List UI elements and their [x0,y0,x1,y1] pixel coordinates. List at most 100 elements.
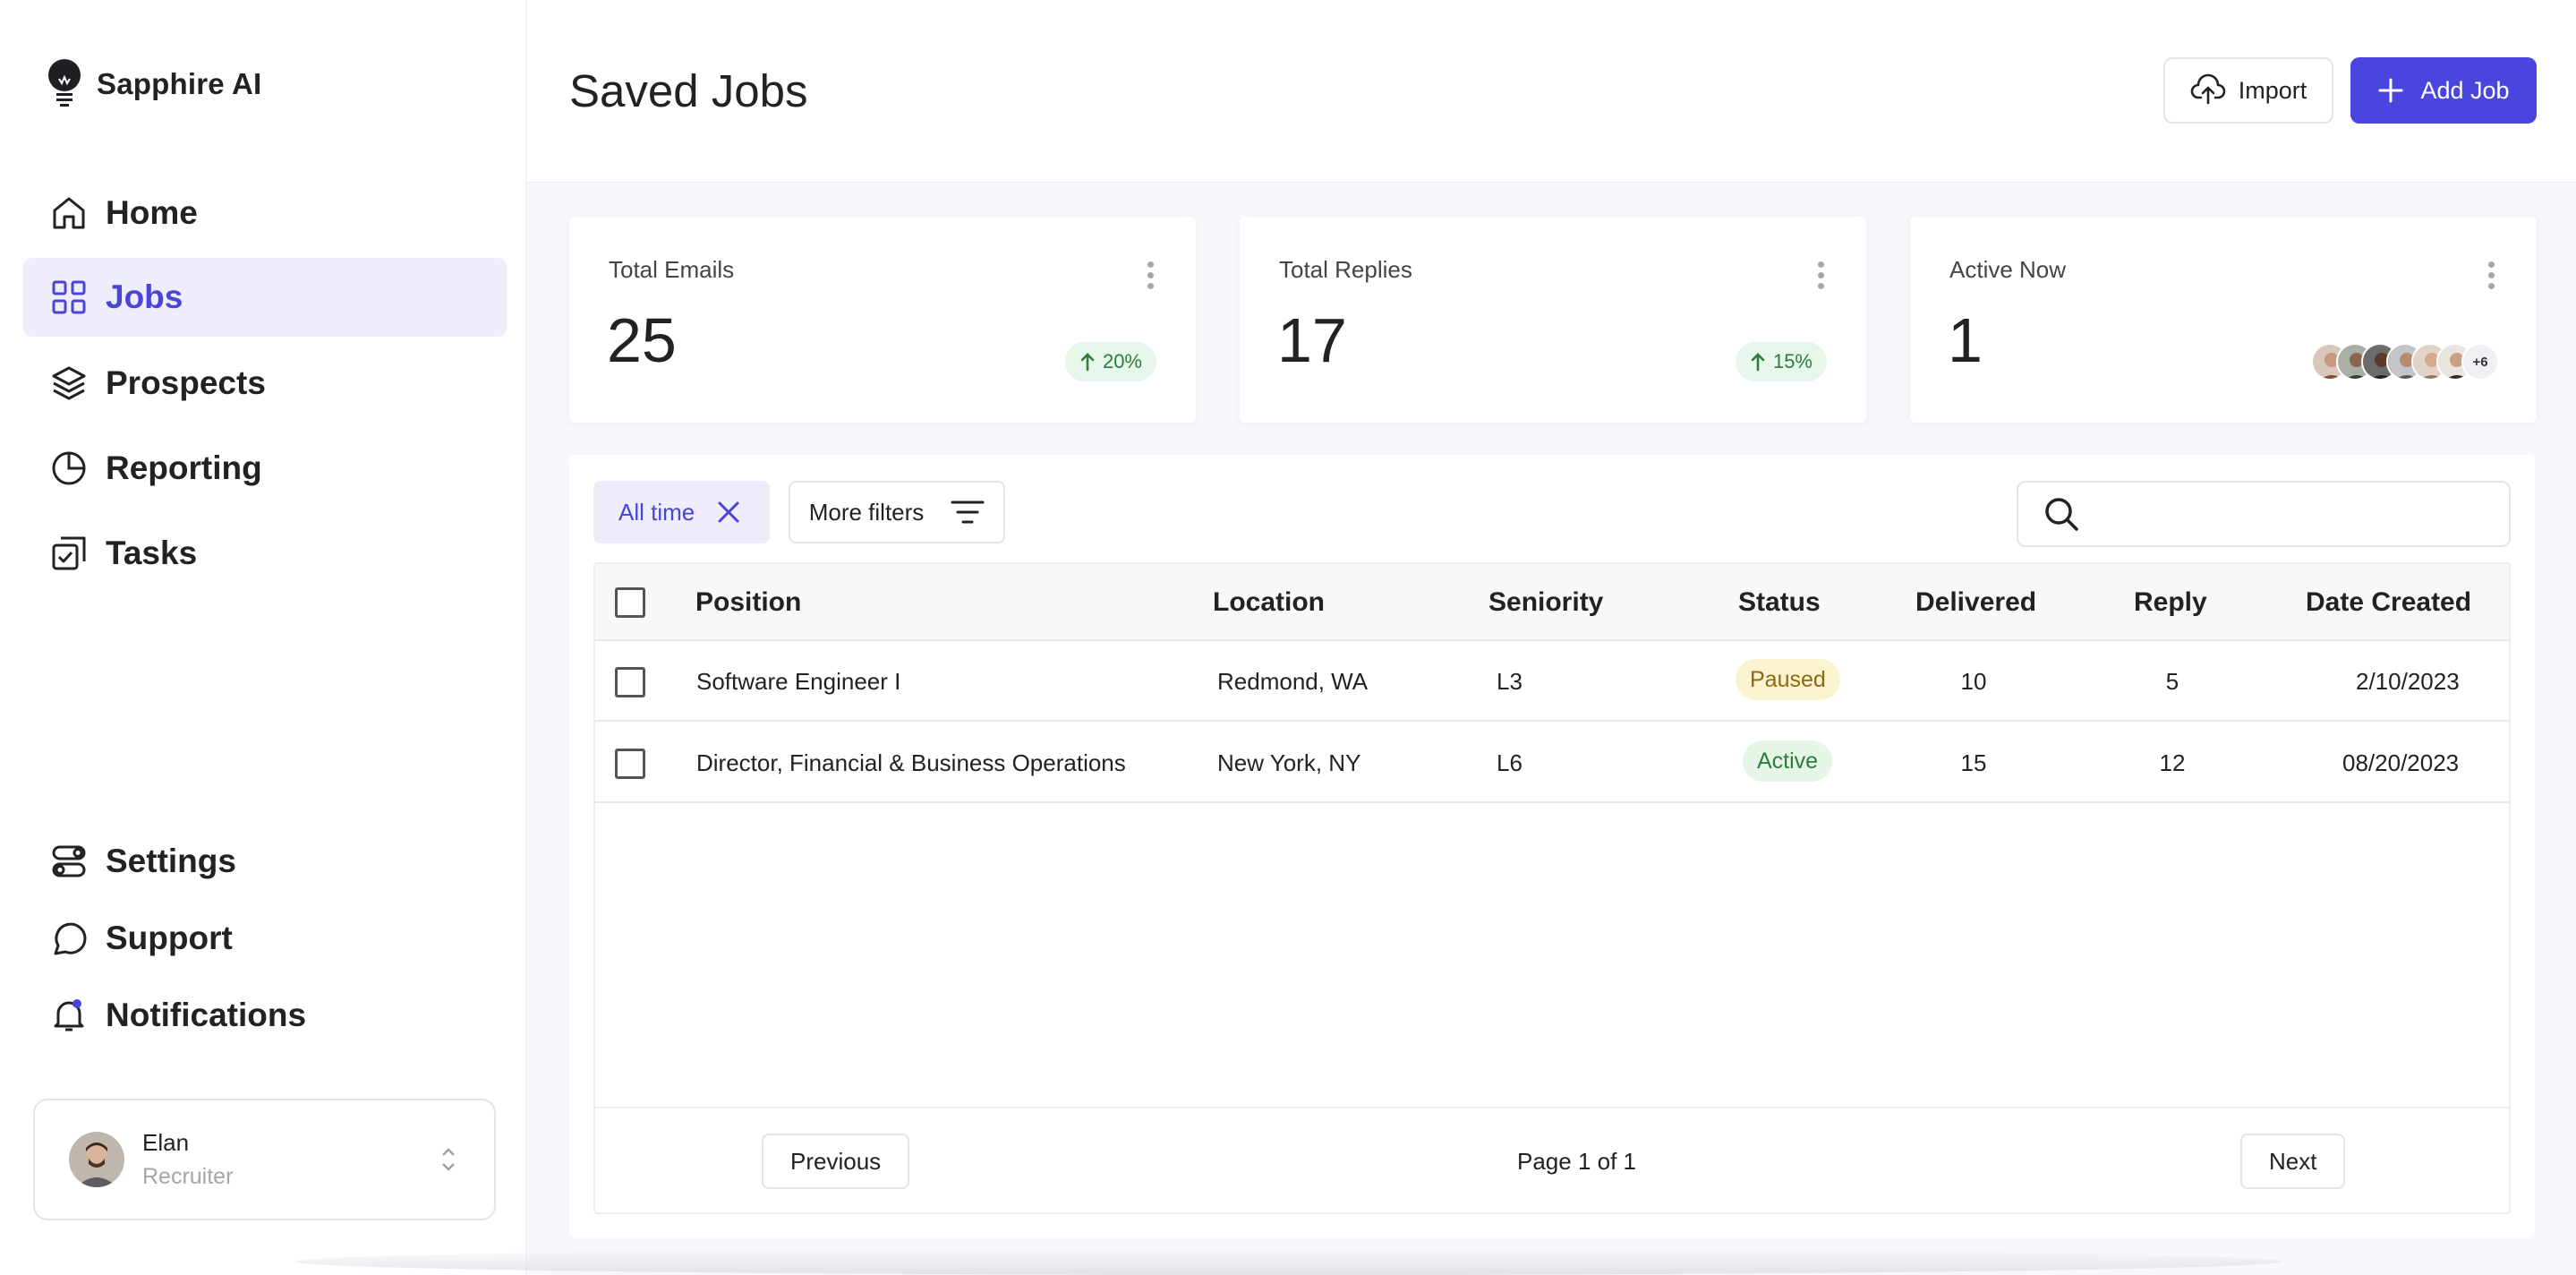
sidebar-item-home[interactable]: Home [23,174,507,252]
stat-value: 1 [1948,305,1983,375]
search-box[interactable] [2017,481,2511,547]
grid-icon [50,278,88,316]
active-avatars: +6 [2311,342,2499,381]
user-role: Recruiter [142,1164,234,1189]
chat-bubble-icon [50,920,88,957]
chevron-updown-icon [442,1148,455,1171]
stat-card-total-replies: Total Replies 17 15% [1240,217,1866,423]
cell-seniority: L3 [1497,668,1523,695]
more-vertical-icon[interactable] [1818,261,1825,292]
sidebar-item-label: Reporting [106,449,262,486]
sidebar-item-label: Home [106,194,198,231]
cell-position: Director, Financial & Business Operation… [696,749,1126,776]
user-info: Elan Recruiter [142,1129,233,1190]
stat-label: Total Emails [609,256,735,283]
trend-badge: 20% [1064,342,1156,381]
sidebar-item-label: Notifications [106,997,307,1033]
jobs-panel: All time More filters Position Location … [569,455,2535,1237]
toggles-icon [50,843,88,880]
trend-value: 20% [1102,350,1142,372]
pie-chart-icon [50,449,88,487]
page-title: Saved Jobs [569,65,808,116]
more-filters-label: More filters [808,498,925,526]
cell-position: Software Engineer I [696,668,901,695]
row-checkbox[interactable] [615,667,645,697]
stat-value: 17 [1277,305,1347,375]
sidebar-item-label: Support [106,920,233,956]
sidebar-item-tasks[interactable]: Tasks [23,514,507,593]
column-header-seniority[interactable]: Seniority [1488,587,1603,618]
more-vertical-icon[interactable] [1147,261,1155,292]
sidebar-item-settings[interactable]: Settings [23,822,507,901]
plus-icon [2378,78,2403,103]
jobs-table: Position Location Seniority Status Deliv… [593,562,2511,1214]
cell-date-created: 08/20/2023 [2342,749,2460,776]
arrow-up-icon [1751,353,1765,372]
cell-reply: 5 [2165,668,2179,695]
page-header: Saved Jobs Import Add Job [527,0,2576,183]
brand[interactable]: Sapphire AI [45,57,261,111]
column-header-reply[interactable]: Reply [2134,587,2207,618]
stat-value: 25 [607,305,677,375]
brand-name: Sapphire AI [97,67,262,100]
filter-chip-all-time[interactable]: All time [593,481,770,543]
cell-seniority: L6 [1497,749,1523,776]
add-job-label: Add Job [2420,76,2510,104]
sidebar-item-notifications[interactable]: Notifications [23,976,507,1055]
sidebar-item-support[interactable]: Support [23,899,507,978]
add-job-button[interactable]: Add Job [2350,57,2537,124]
cell-reply: 12 [2159,749,2186,776]
tasks-icon [50,535,88,572]
arrow-up-icon [1080,353,1095,372]
more-vertical-icon[interactable] [2488,261,2495,292]
cell-location: New York, NY [1217,749,1361,776]
cell-location: Redmond, WA [1217,668,1369,695]
previous-button[interactable]: Previous [762,1134,910,1189]
filter-lines-icon [951,501,985,524]
table-row[interactable]: Director, Financial & Business Operation… [595,723,2509,803]
layers-icon [50,364,88,402]
column-header-delivered[interactable]: Delivered [1915,587,2036,618]
sidebar-item-prospects[interactable]: Prospects [23,344,507,423]
sidebar: Sapphire AI Home Jobs Prospects Reportin… [0,0,526,1275]
column-header-position[interactable]: Position [695,587,801,618]
sidebar-item-jobs[interactable]: Jobs [23,258,507,337]
stat-label: Total Replies [1279,256,1412,283]
trend-value: 15% [1772,350,1813,372]
sidebar-item-label: Tasks [106,535,198,571]
filter-chip-label: All time [618,498,695,526]
home-icon [50,194,88,232]
stat-card-total-emails: Total Emails 25 20% [569,217,1196,423]
close-icon[interactable] [716,500,741,525]
search-input[interactable] [2095,487,2509,541]
column-header-status[interactable]: Status [1738,587,1821,618]
row-checkbox[interactable] [615,749,645,779]
sidebar-item-reporting[interactable]: Reporting [23,429,507,508]
pagination: Previous Page 1 of 1 Next [595,1107,2509,1212]
bell-icon [50,997,88,1034]
trend-badge: 15% [1735,342,1827,381]
column-header-location[interactable]: Location [1213,587,1325,618]
cell-delivered: 10 [1960,668,1987,695]
table-header: Position Location Seniority Status Deliv… [595,564,2509,641]
status-badge: Active [1743,740,1833,782]
cell-delivered: 15 [1960,749,1987,776]
select-all-checkbox[interactable] [615,587,645,618]
cell-date-created: 2/10/2023 [2356,668,2460,695]
status-badge: Paused [1736,659,1840,700]
avatar [69,1132,124,1187]
table-row[interactable]: Software Engineer I Redmond, WA L3 Pause… [595,641,2509,722]
more-filters-button[interactable]: More filters [789,481,1005,543]
sidebar-item-label: Prospects [106,364,266,401]
stat-label: Active Now [1949,256,2067,283]
next-button[interactable]: Next [2240,1134,2346,1189]
cloud-upload-icon [2190,73,2226,105]
user-menu[interactable]: Elan Recruiter [33,1099,496,1220]
import-label: Import [2238,76,2307,104]
column-header-date-created[interactable]: Date Created [2306,587,2471,618]
sidebar-item-label: Settings [106,843,236,879]
sidebar-item-label: Jobs [106,278,183,315]
stat-card-active-now: Active Now 1 +6 [1910,217,2537,423]
search-icon [2045,498,2078,531]
import-button[interactable]: Import [2163,57,2333,124]
